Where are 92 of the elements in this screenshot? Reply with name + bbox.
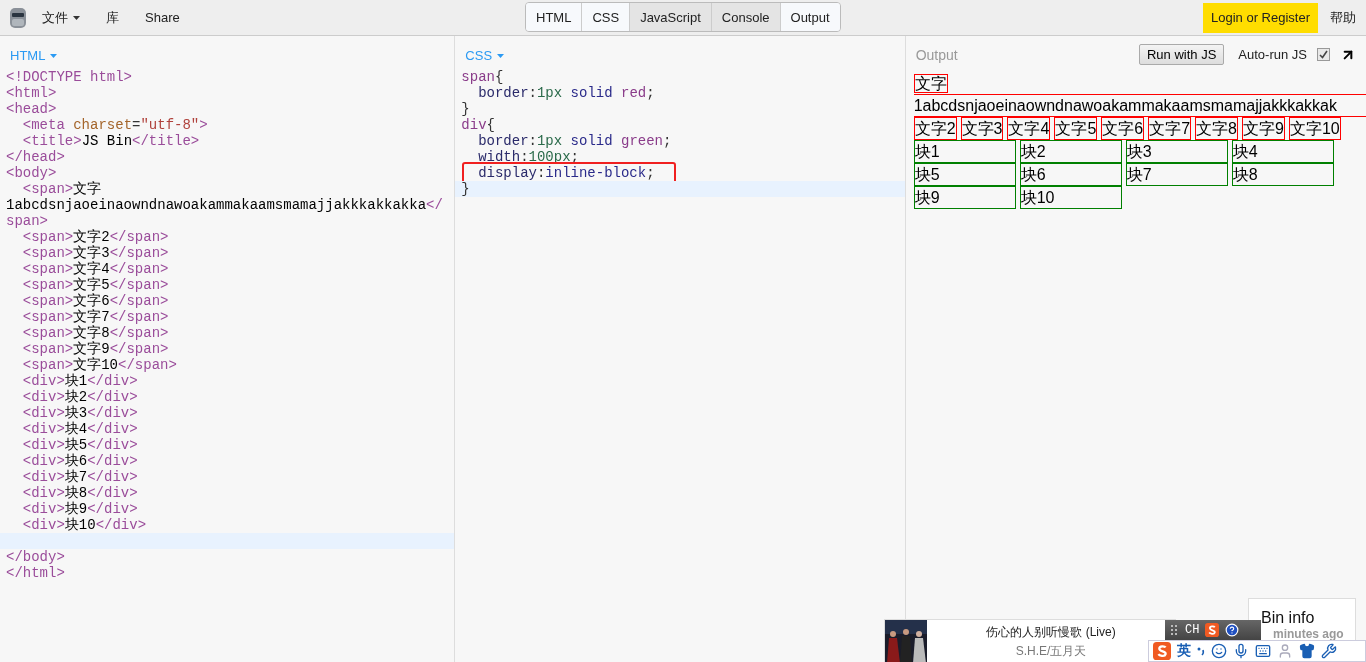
keyboard-icon[interactable] [1255,643,1271,659]
code-line: <body> [6,165,57,181]
code-line: <div>块10</div> [21,517,147,533]
menu-button[interactable]: 文件 [34,4,92,31]
output-text: 1abcdsnjaoeinaowndnawoakammakaamsmamajjakkkakkak [913,97,1337,114]
caret-icon [497,53,505,58]
output-span: 文字9 [1242,117,1285,140]
run-button[interactable]: Run with JS [1138,44,1225,65]
output-span: 文字2 [913,117,957,140]
code-line: 1abcdsnjaoeinaowndnawoakammakaamsmamajjakkkakkakka</ [6,197,443,213]
output-block: 块9 [913,186,1016,209]
output-span: 文字4 [1007,117,1051,140]
code-line: span> [6,213,48,229]
punctuation-icon[interactable] [1197,646,1205,656]
caret-icon [50,53,58,58]
autorun-checkbox[interactable] [1317,48,1330,61]
song-artist: S.H.E/五月天 [1015,642,1087,660]
code-line: <span>文字6</span> [21,293,169,309]
code-line: <div>块4</div> [21,421,138,437]
code-line: span{ [461,69,504,85]
panel-tab[interactable]: CSS [582,3,631,31]
code-line: <div>块2</div> [21,389,138,405]
microphone-icon[interactable] [1233,643,1249,659]
code-line: <div>块7</div> [21,469,138,485]
output-block: 块7 [1125,163,1228,186]
code-line: <span>文字2</span> [21,229,169,245]
output-span: 文字7 [1148,117,1192,140]
bin-info-title: Bin info [1261,609,1316,627]
menu-button[interactable]: Share [137,6,192,29]
smiley-icon[interactable] [1211,643,1227,659]
s-logo-icon[interactable] [1205,623,1220,637]
panel-tab[interactable]: JavaScript [630,3,712,31]
song-title: 伤心的人别听慢歌 (Live) [986,623,1116,641]
code-line: border:1px solid green; [477,133,672,149]
output-block: 块2 [1019,140,1122,163]
output-span: 文字3 [960,117,1004,140]
output-block: 块1 [913,140,1016,163]
code-line: <div>块6</div> [21,453,138,469]
output-block: 块5 [913,163,1016,186]
code-line: <html> [6,85,57,101]
code-line: } [461,181,470,197]
code-line: <span>文字5</span> [21,277,169,293]
autorun-label: Auto-run JS [1238,47,1307,62]
help-link[interactable]: 帮助 [1318,8,1366,27]
panel-tab[interactable]: Console [711,3,781,31]
code-line: <div>块9</div> [21,501,138,517]
code-line: <meta charset="utf-8"> [21,117,208,133]
code-line: <span>文字3</span> [21,245,169,261]
output-block: 块6 [1019,163,1122,186]
code-line: </head> [6,149,65,165]
shirt-icon[interactable] [1299,643,1315,659]
output-block: 块3 [1125,140,1228,163]
code-line: border:1px solid red; [477,85,655,101]
code-line: <span>文字4</span> [21,261,169,277]
panel-label: Output [915,46,959,63]
s-logo-icon[interactable] [1153,642,1171,660]
robot-logo-icon[interactable] [8,5,28,30]
output-span: 文字5 [1054,117,1098,140]
code-line: div{ [461,117,495,133]
code-line: <span>文字10</span> [21,357,177,373]
code-line: <div>块8</div> [21,485,138,501]
code-line: <div>块5</div> [21,437,138,453]
code-line: </body> [6,549,65,565]
help-icon[interactable] [1225,623,1240,637]
code-line: <span>文字8</span> [21,325,169,341]
code-line: <title>JS Bin</title> [21,133,200,149]
code-line: display:inline-block; [477,165,655,181]
bin-info-time: minutes ago [1273,627,1345,641]
output-span: 文字8 [1195,117,1238,140]
code-line: } [461,101,470,117]
output-text: 文字 [913,74,948,93]
code-line: <span>文字 [21,181,102,197]
output-span: 文字6 [1101,117,1145,140]
panel-tab[interactable]: HTML [526,3,583,31]
menu-button[interactable]: 库 [98,4,131,31]
ime-language[interactable]: 英 [1177,642,1191,660]
code-line: </html> [6,565,65,581]
code-line: <head> [6,101,57,117]
panel-tab[interactable]: Output [780,3,840,31]
grip-icon[interactable] [1171,625,1179,635]
output-block: 块4 [1231,140,1334,163]
output-span: 文字10 [1288,117,1341,140]
wrench-icon[interactable] [1321,643,1337,659]
output-block: 块8 [1231,163,1334,186]
code-line: <span>文字9</span> [21,341,169,357]
login-button[interactable]: Login or Register [1203,2,1318,33]
code-line: <div>块1</div> [21,373,138,389]
code-line: <div>块3</div> [21,405,138,421]
code-line: <!DOCTYPE html> [6,69,133,85]
output-block: 块10 [1019,186,1122,209]
ime-mode[interactable]: CH [1185,623,1200,637]
code-line: <span>文字7</span> [21,309,169,325]
